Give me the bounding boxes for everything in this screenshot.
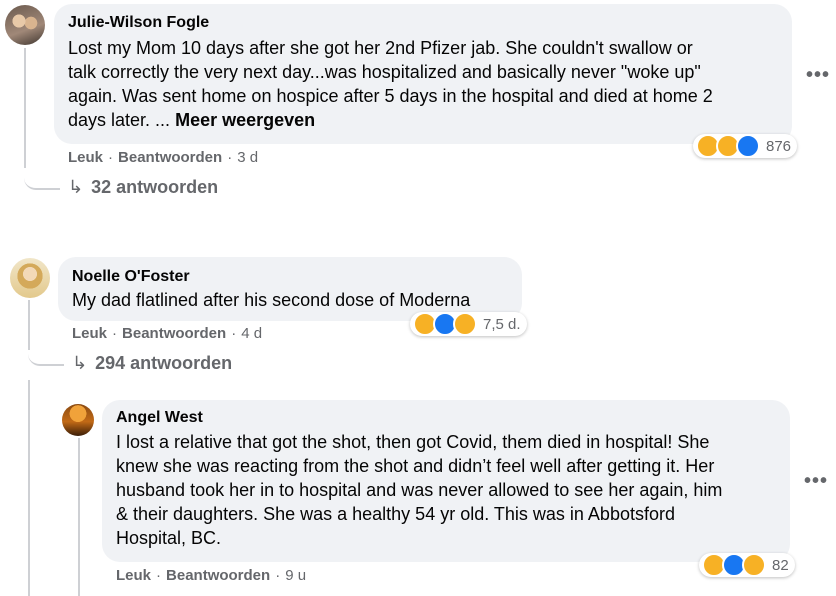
comment-author[interactable]: Julie-Wilson Fogle [68, 14, 209, 32]
replies-count: 32 antwoorden [91, 177, 219, 197]
comment-text-line: I lost a relative that got the shot, the… [116, 432, 710, 452]
comment-time[interactable]: 9 u [285, 567, 306, 584]
comment-time[interactable]: 4 d [241, 325, 262, 342]
comment-text-line: husband took her in to hospital and was … [116, 480, 723, 500]
separator: · [231, 325, 237, 342]
comment-text: Lost my Mom 10 days after she got her 2n… [68, 36, 786, 132]
comment-text: I lost a relative that got the shot, the… [116, 430, 786, 550]
reply-arrow-icon: ↳ [68, 177, 84, 197]
like-button[interactable]: Leuk [116, 567, 151, 584]
like-button[interactable]: Leuk [68, 149, 103, 166]
avatar[interactable] [62, 404, 94, 436]
wow-reaction-icon [742, 553, 766, 577]
view-replies-button[interactable]: ↳ 32 antwoorden [68, 177, 218, 198]
separator: · [108, 149, 114, 166]
reaction-summary[interactable]: 7,5 d. [410, 312, 527, 336]
comment-text-line: Hospital, BC. [116, 528, 222, 548]
thread-curve [28, 340, 64, 366]
comment-text-line: knew she was reacting from the shot and … [116, 456, 715, 476]
comment-text-tail: days later. ... [68, 110, 171, 130]
comment-text-line: days later. ... Meer weergeven [68, 108, 786, 132]
comment-actions: Leuk · Beantwoorden · 9 u [116, 567, 306, 584]
reaction-count: 7,5 d. [483, 315, 521, 333]
reaction-summary[interactable]: 876 [693, 134, 798, 158]
reply-button[interactable]: Beantwoorden [122, 325, 226, 342]
see-more-link[interactable]: Meer weergeven [175, 110, 315, 130]
reply-button[interactable]: Beantwoorden [166, 567, 270, 584]
thread-line [28, 380, 30, 596]
comment-text-line: My dad flatlined after his second dose o… [72, 290, 471, 310]
reply-arrow-icon: ↳ [72, 353, 88, 373]
comment-text-line: talk correctly the very next day...was h… [68, 62, 701, 82]
separator: · [156, 567, 162, 584]
avatar[interactable] [10, 258, 50, 298]
view-replies-button[interactable]: ↳ 294 antwoorden [72, 353, 232, 374]
more-options-icon[interactable]: ••• [806, 64, 830, 87]
reaction-count: 876 [766, 137, 792, 155]
separator: · [227, 149, 233, 166]
thread-curve [24, 160, 60, 190]
reaction-count: 82 [772, 556, 789, 574]
thread-line [24, 48, 26, 168]
comment-author[interactable]: Noelle O'Foster [72, 268, 190, 286]
care-reaction-icon [453, 312, 477, 336]
comment-text-line: & their daughters. She was a healthy 54 … [116, 504, 675, 524]
thread-line [78, 438, 80, 596]
reaction-summary[interactable]: 82 [699, 553, 795, 577]
like-reaction-icon [736, 134, 760, 158]
comment-text: My dad flatlined after his second dose o… [72, 288, 520, 312]
reply-button[interactable]: Beantwoorden [118, 149, 222, 166]
separator: · [275, 567, 281, 584]
comment-actions: Leuk · Beantwoorden · 4 d [72, 325, 262, 342]
comment-time[interactable]: 3 d [237, 149, 258, 166]
comment-text-line: Lost my Mom 10 days after she got her 2n… [68, 38, 693, 58]
comment-author[interactable]: Angel West [116, 409, 203, 427]
separator: · [112, 325, 118, 342]
like-button[interactable]: Leuk [72, 325, 107, 342]
comment-actions: Leuk · Beantwoorden · 3 d [68, 149, 258, 166]
more-options-icon[interactable]: ••• [804, 470, 828, 493]
avatar[interactable] [5, 5, 45, 45]
comment-text-line: again. Was sent home on hospice after 5 … [68, 86, 713, 106]
replies-count: 294 antwoorden [95, 353, 233, 373]
